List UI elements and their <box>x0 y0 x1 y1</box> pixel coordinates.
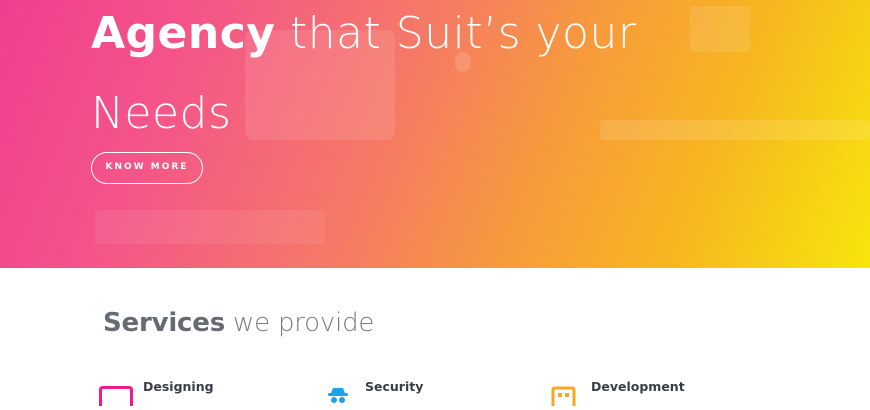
hero-heading-line2: Needs <box>91 88 232 139</box>
service-label-designing: Designing <box>143 379 214 394</box>
services-title-bold: Services <box>103 308 225 338</box>
services-title: Services we provide <box>103 308 374 338</box>
hero-banner: Agency that Suit’s your Needs KNOW MORE <box>0 0 870 268</box>
monitor-icon <box>99 386 133 410</box>
service-label-development: Development <box>591 379 685 394</box>
grid-icon <box>547 386 581 410</box>
services-title-rest: we provide <box>224 308 375 338</box>
background-vase-shape <box>690 6 750 52</box>
hero-heading-rest: that Suit’s your <box>275 8 637 59</box>
know-more-button[interactable]: KNOW MORE <box>91 152 203 184</box>
background-keyboard-shape <box>95 210 325 244</box>
hero-heading-bold: Agency <box>91 8 276 59</box>
background-desk-shape <box>600 120 870 140</box>
hero-heading: Agency that Suit’s your Needs <box>91 0 636 154</box>
spy-icon <box>321 386 355 410</box>
service-label-security: Security <box>365 379 424 394</box>
